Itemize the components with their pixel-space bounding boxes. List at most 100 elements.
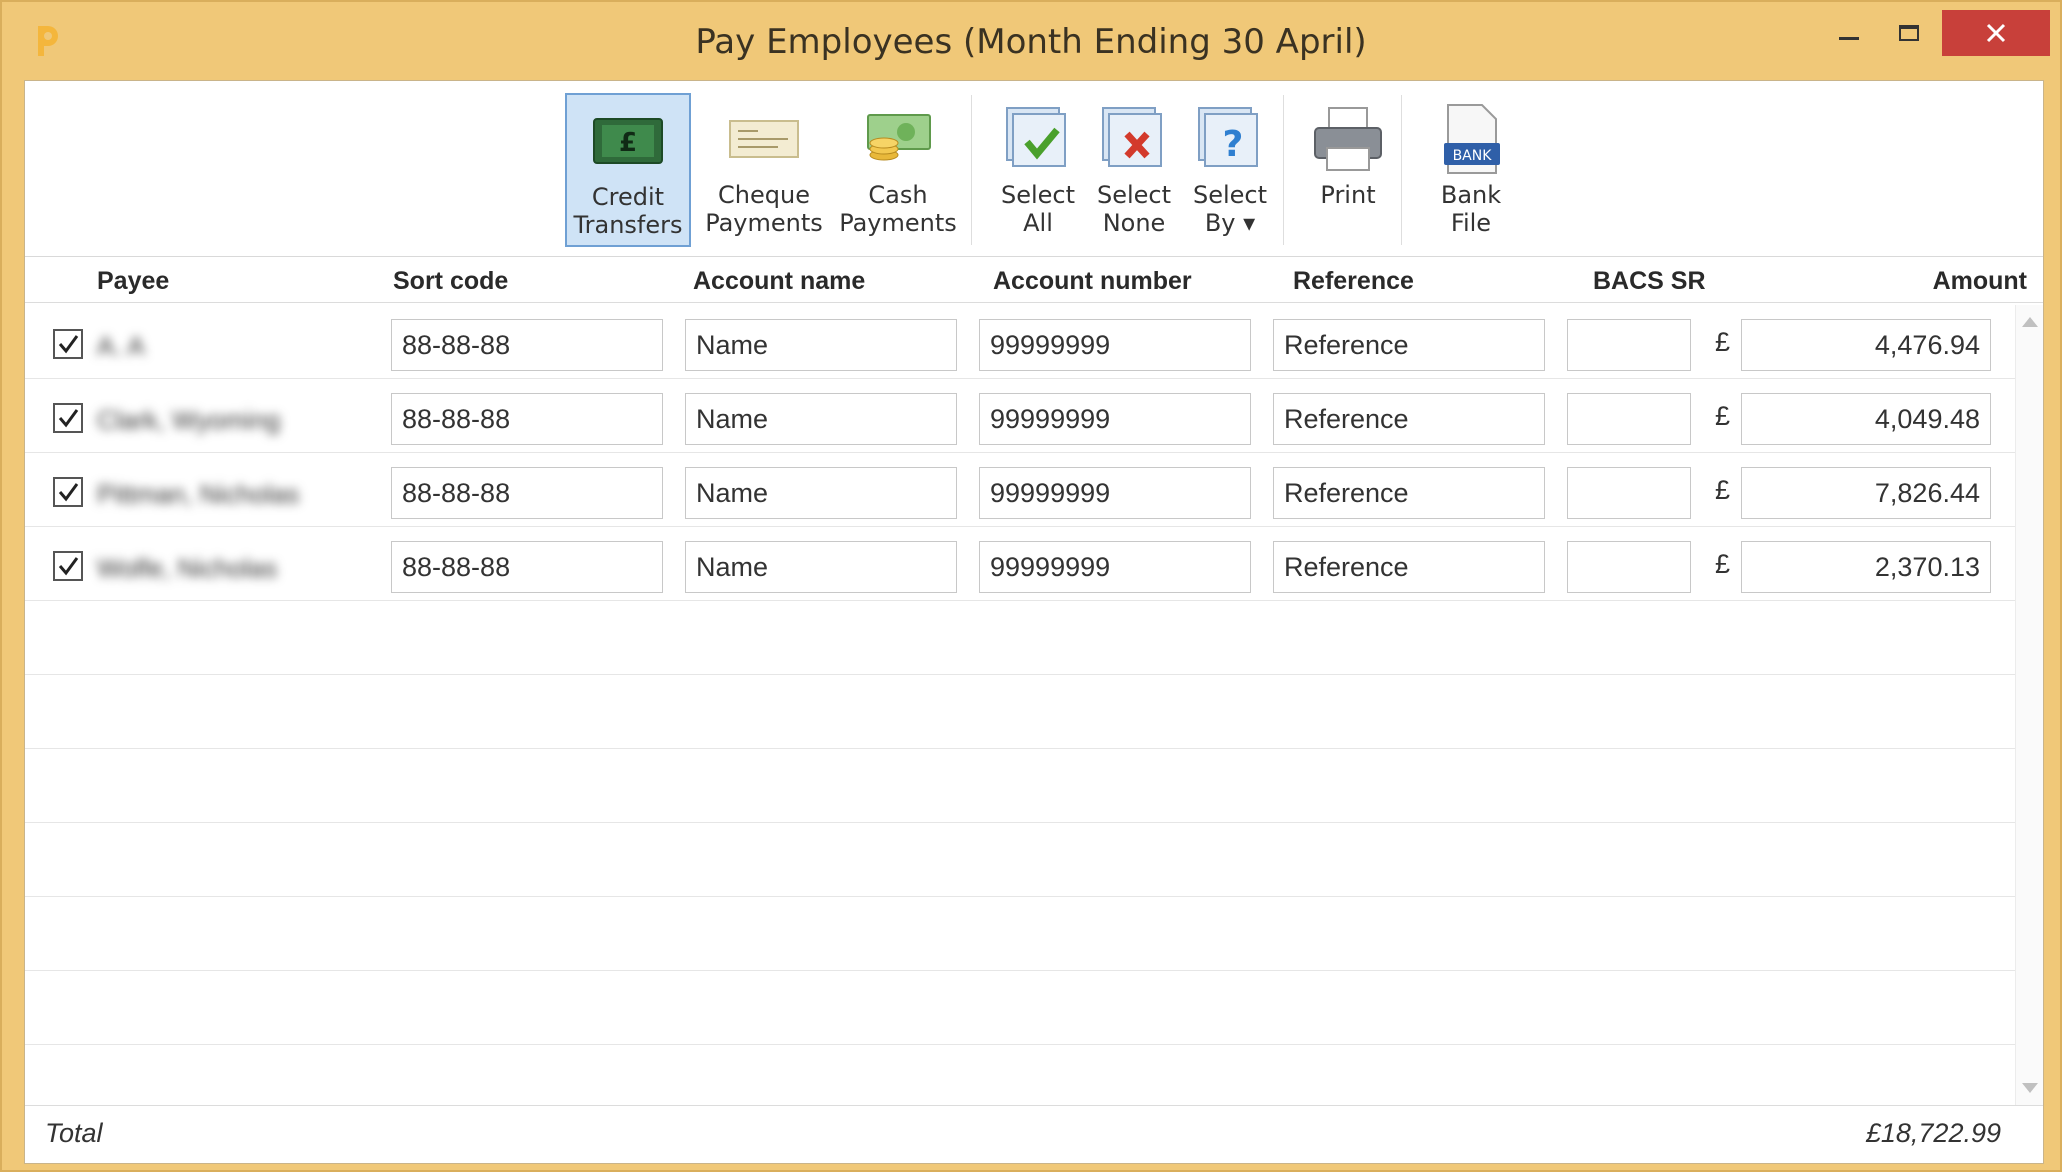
empty-row (25, 823, 2015, 897)
sort-code-field[interactable]: 88-88-88 (391, 319, 663, 371)
checkmark-icon (58, 557, 79, 576)
currency-symbol: £ (1715, 549, 1731, 579)
close-button[interactable] (1942, 10, 2050, 56)
header-amount[interactable]: Amount (1933, 267, 2027, 296)
cash-payments-button[interactable]: Cash Payments (835, 93, 961, 247)
payee-name: Clark, Wyoming (97, 405, 281, 435)
select-by-button[interactable]: ? Select By ▾ (1185, 93, 1275, 247)
minimize-button[interactable] (1822, 10, 1876, 56)
empty-row (25, 749, 2015, 823)
amount-field[interactable]: 7,826.44 (1741, 467, 1991, 519)
reference-field[interactable]: Reference (1273, 541, 1545, 593)
title-bar[interactable]: Pay Employees (Month Ending 30 April) (2, 2, 2060, 80)
account-name-field[interactable]: Name (685, 467, 957, 519)
empty-row (25, 601, 2015, 675)
select-by-label-1: Select (1192, 181, 1268, 209)
scroll-down-icon[interactable] (2022, 1083, 2038, 1093)
close-icon (1986, 23, 2006, 43)
banknote-icon: £ (588, 103, 668, 179)
header-account-name[interactable]: Account name (693, 267, 865, 296)
row-checkbox[interactable] (53, 329, 83, 359)
credit-transfers-button[interactable]: £ Credit Transfers (565, 93, 691, 247)
bank-file-button[interactable]: BANK Bank File (1421, 93, 1521, 247)
select-none-button[interactable]: Select None (1089, 93, 1179, 247)
cheque-payments-label-1: Cheque (718, 181, 810, 209)
scroll-up-icon[interactable] (2022, 317, 2038, 327)
select-all-label-1: Select (1000, 181, 1076, 209)
payee-name: Pittman, Nicholas (97, 479, 300, 509)
checkmark-icon (58, 335, 79, 354)
cash-payments-label-1: Cash (868, 181, 928, 209)
cash-icon (858, 101, 938, 177)
table-row: Clark, Wyoming 88-88-88 Name 99999999 Re… (25, 379, 2015, 453)
bank-icon-text: BANK (1453, 148, 1493, 164)
header-bacs-sr[interactable]: BACS SR (1593, 267, 1706, 296)
vertical-scrollbar[interactable] (2015, 305, 2043, 1105)
table-row: A. A 88-88-88 Name 99999999 Reference £ … (25, 305, 2015, 379)
row-checkbox[interactable] (53, 551, 83, 581)
amount-field[interactable]: 4,049.48 (1741, 393, 1991, 445)
toolbar-separator (1401, 95, 1402, 245)
bacs-sr-field[interactable] (1567, 541, 1691, 593)
select-by-icon: ? (1190, 101, 1270, 177)
sort-code-field[interactable]: 88-88-88 (391, 541, 663, 593)
cheque-icon (724, 101, 804, 177)
print-button[interactable]: Print (1301, 93, 1395, 247)
currency-symbol: £ (1715, 475, 1731, 505)
amount-field[interactable]: 4,476.94 (1741, 319, 1991, 371)
header-reference[interactable]: Reference (1293, 267, 1414, 296)
maximize-button[interactable] (1882, 10, 1936, 56)
reference-field[interactable]: Reference (1273, 467, 1545, 519)
column-headers: Payee Sort code Account name Account num… (25, 259, 2043, 303)
payments-panel: £ Credit Transfers Cheque Payments Cash … (24, 80, 2044, 1164)
bacs-sr-field[interactable] (1567, 467, 1691, 519)
checkmark-icon (58, 483, 79, 502)
payee-name: A. A (97, 331, 145, 361)
credit-transfers-label-2: Transfers (573, 211, 683, 239)
reference-field[interactable]: Reference (1273, 319, 1545, 371)
account-name-field[interactable]: Name (685, 393, 957, 445)
table-row: Wolfe, Nicholas 88-88-88 Name 99999999 R… (25, 527, 2015, 601)
payee-name: Wolfe, Nicholas (97, 553, 278, 583)
toolbar-separator (971, 95, 972, 245)
svg-text:?: ? (1223, 124, 1244, 165)
total-label: Total (45, 1118, 103, 1148)
bank-file-icon: BANK (1431, 101, 1511, 177)
empty-row (25, 675, 2015, 749)
toolbar-separator (1283, 95, 1284, 245)
pay-employees-window: Pay Employees (Month Ending 30 April) £ (0, 0, 2062, 1172)
select-all-label-2: All (1023, 209, 1053, 237)
printer-icon (1308, 101, 1388, 177)
row-checkbox[interactable] (53, 477, 83, 507)
maximize-icon (1899, 25, 1919, 41)
account-number-field[interactable]: 99999999 (979, 393, 1251, 445)
toolbar: £ Credit Transfers Cheque Payments Cash … (25, 81, 2043, 257)
currency-symbol: £ (1715, 327, 1731, 357)
totals-bar: Total £18,722.99 (25, 1105, 2043, 1163)
bank-file-label-2: File (1450, 209, 1492, 237)
account-number-field[interactable]: 99999999 (979, 541, 1251, 593)
header-account-number[interactable]: Account number (993, 267, 1192, 296)
sort-code-field[interactable]: 88-88-88 (391, 393, 663, 445)
svg-text:£: £ (619, 128, 637, 158)
cash-payments-label-2: Payments (839, 209, 957, 237)
sort-code-field[interactable]: 88-88-88 (391, 467, 663, 519)
account-number-field[interactable]: 99999999 (979, 467, 1251, 519)
row-checkbox[interactable] (53, 403, 83, 433)
print-label: Print (1320, 181, 1376, 209)
window-title: Pay Employees (Month Ending 30 April) (695, 22, 1367, 62)
table-row: Pittman, Nicholas 88-88-88 Name 99999999… (25, 453, 2015, 527)
header-sort-code[interactable]: Sort code (393, 267, 508, 296)
select-none-label-1: Select (1096, 181, 1172, 209)
bacs-sr-field[interactable] (1567, 319, 1691, 371)
account-name-field[interactable]: Name (685, 541, 957, 593)
bacs-sr-field[interactable] (1567, 393, 1691, 445)
amount-field[interactable]: 2,370.13 (1741, 541, 1991, 593)
select-all-button[interactable]: Select All (993, 93, 1083, 247)
header-payee[interactable]: Payee (97, 267, 169, 296)
account-number-field[interactable]: 99999999 (979, 319, 1251, 371)
minimize-icon (1839, 36, 1859, 40)
account-name-field[interactable]: Name (685, 319, 957, 371)
cheque-payments-button[interactable]: Cheque Payments (701, 93, 827, 247)
reference-field[interactable]: Reference (1273, 393, 1545, 445)
